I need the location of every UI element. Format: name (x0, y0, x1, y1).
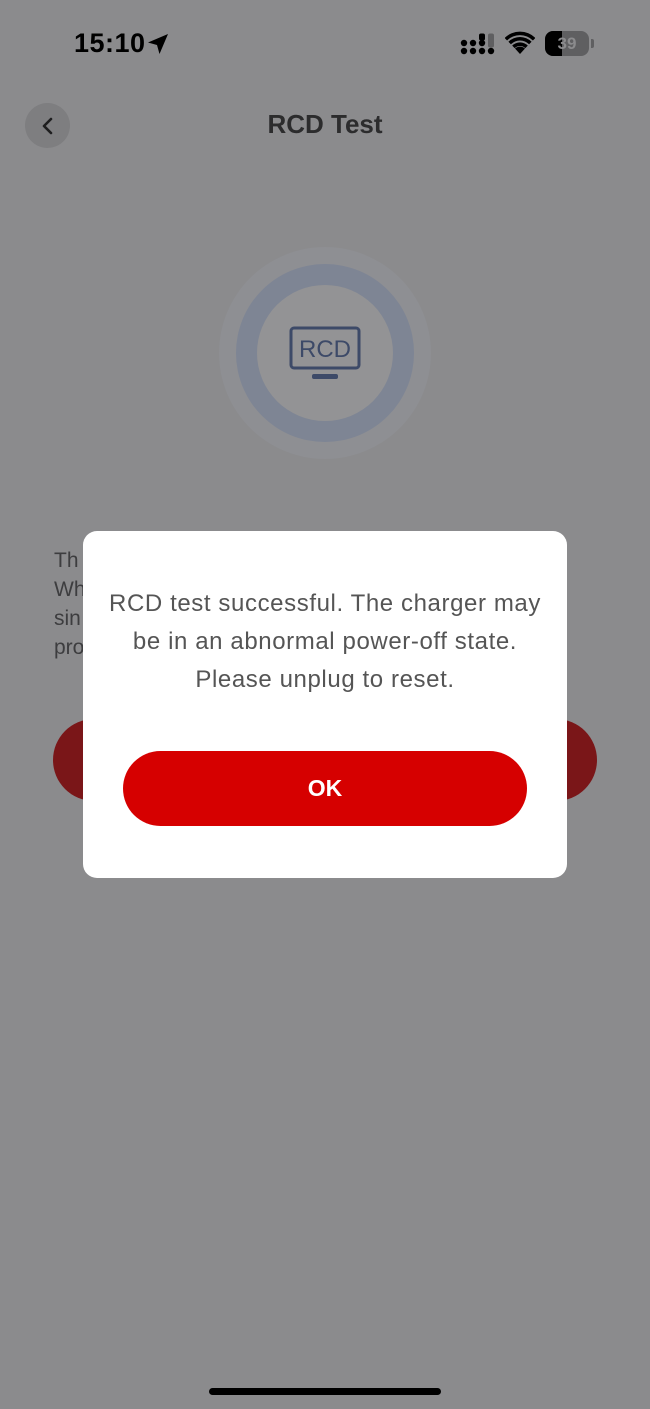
home-indicator[interactable] (209, 1388, 441, 1395)
success-dialog: RCD test successful. The charger may be … (83, 531, 567, 878)
rcd-illustration: RCD (219, 247, 431, 459)
header: RCD Test (0, 95, 650, 155)
cellular-signal-icon (460, 33, 495, 55)
battery-level: 39 (557, 33, 577, 53)
wifi-icon (505, 31, 535, 54)
battery-icon: 39 (545, 31, 589, 56)
battery-nub (591, 39, 594, 48)
status-time: 15:10 (74, 28, 146, 58)
rcd-label: RCD (299, 336, 351, 363)
page-title: RCD Test (267, 109, 383, 139)
dialog-message: RCD test successful. The charger may be … (109, 590, 541, 693)
ok-button[interactable]: OK (123, 751, 527, 826)
location-arrow-icon (148, 34, 168, 54)
status-bar: 15:10 39 (0, 0, 650, 90)
